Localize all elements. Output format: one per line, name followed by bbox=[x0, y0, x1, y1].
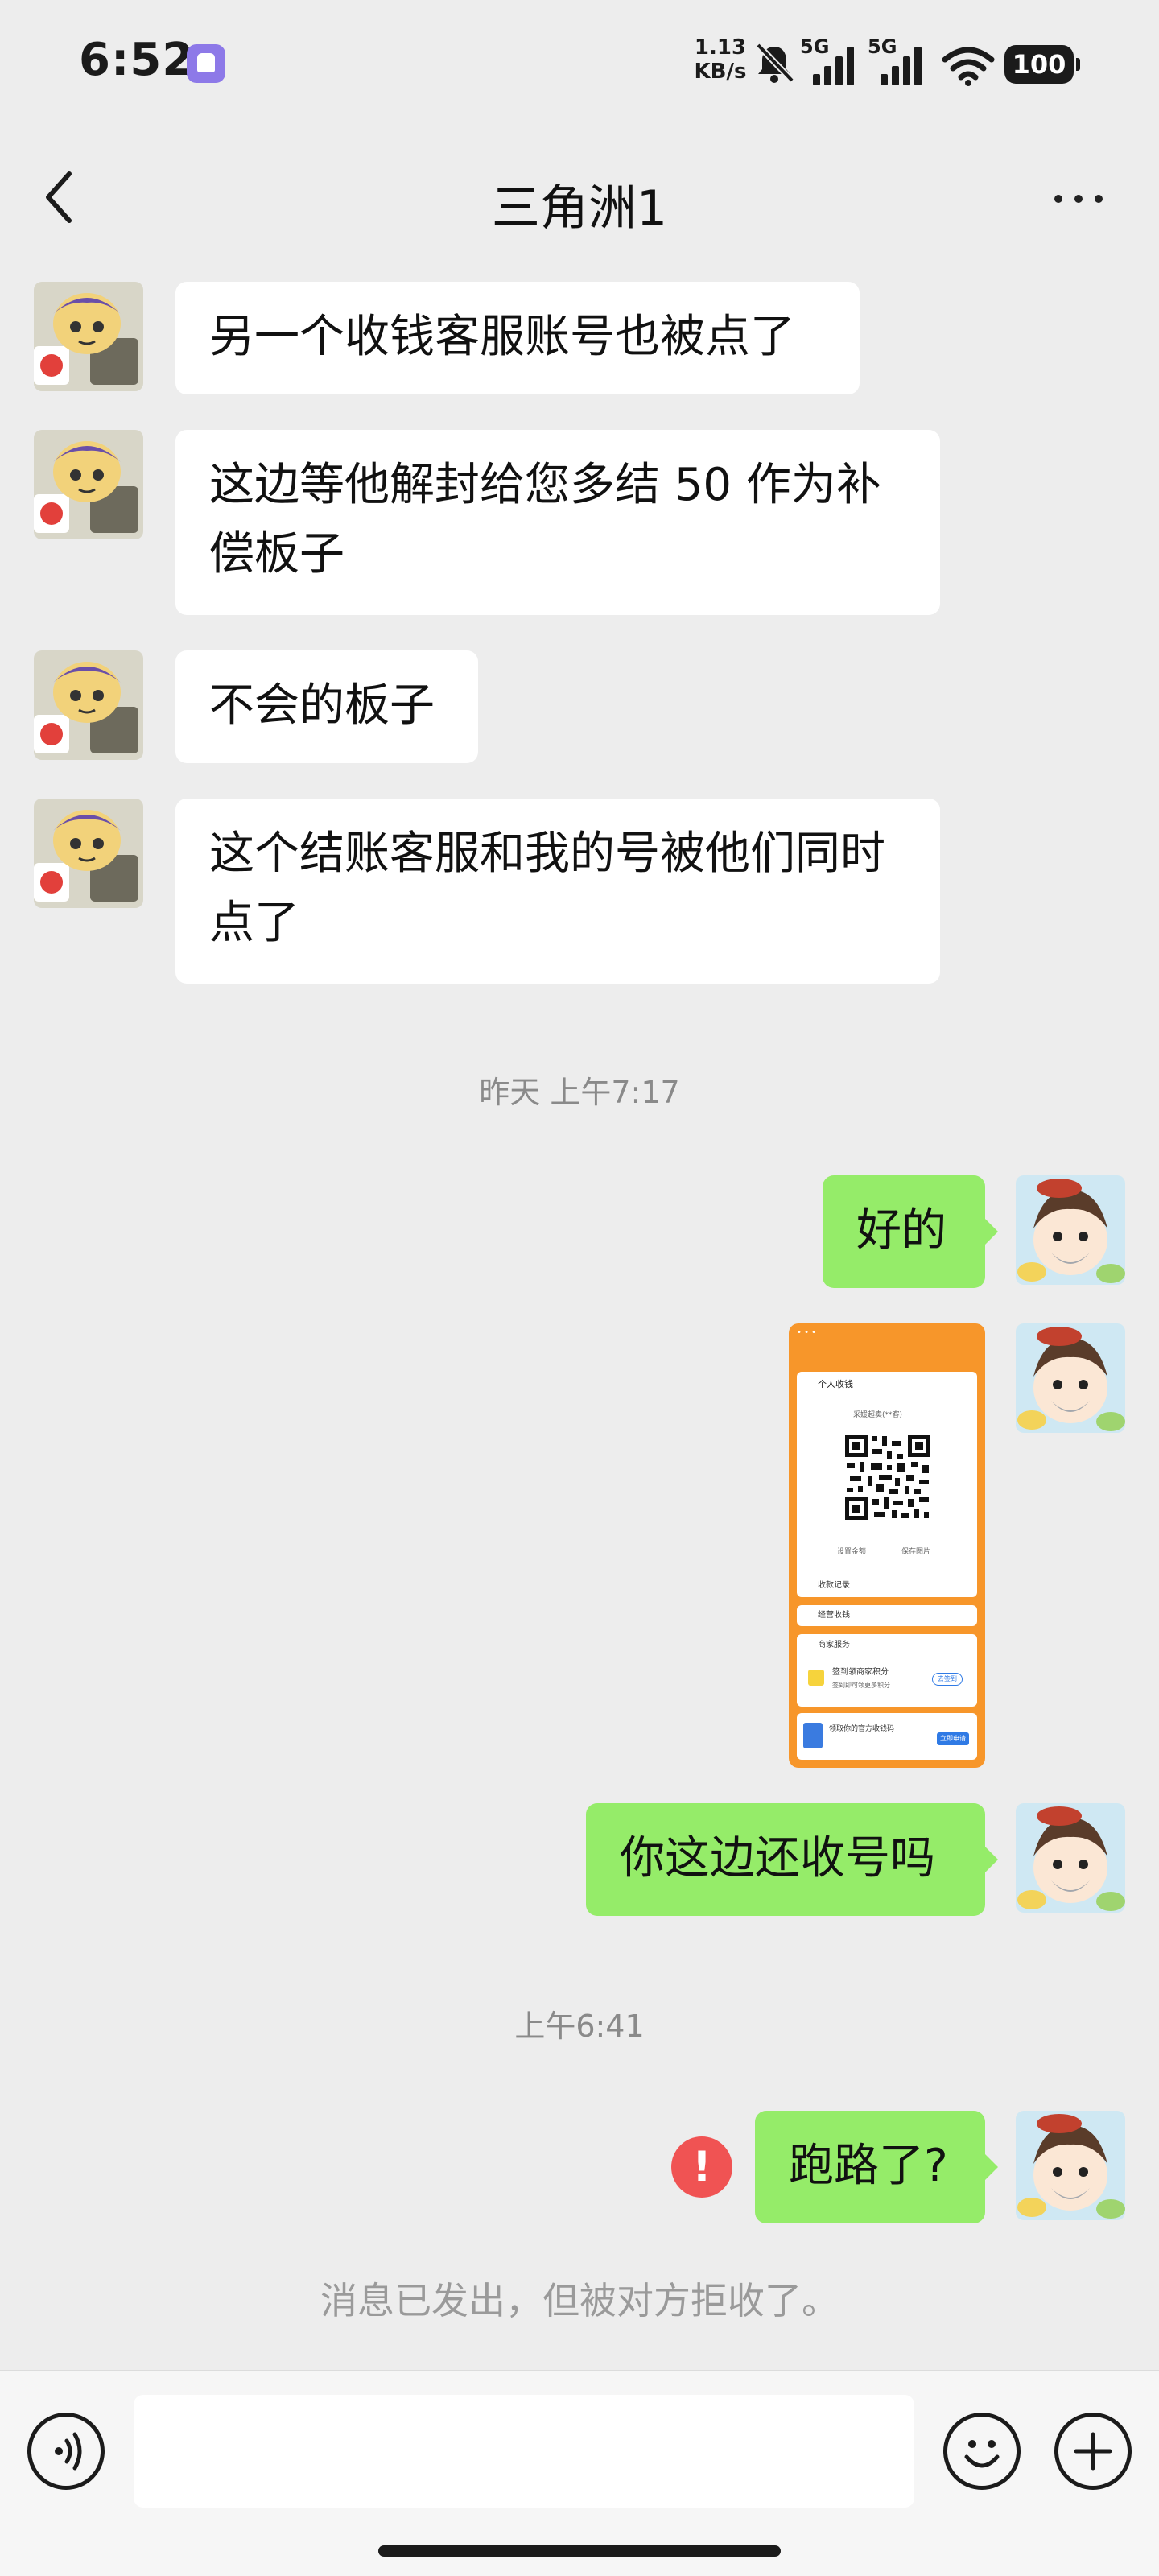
contact-avatar-image bbox=[34, 799, 143, 908]
more-dot bbox=[1054, 195, 1062, 203]
qr-code-image bbox=[843, 1433, 932, 1521]
chat-header: 三角洲1 bbox=[0, 129, 1159, 266]
network-speed-value: 1.13 bbox=[694, 35, 747, 60]
my-avatar-image bbox=[1016, 1175, 1125, 1285]
screenshot-caption-left: 设置金额 bbox=[837, 1548, 867, 1556]
my-avatar-image bbox=[1016, 1803, 1125, 1913]
emoji-button[interactable] bbox=[943, 2413, 1021, 2490]
status-time: 6:52 bbox=[79, 34, 195, 86]
contact-avatar[interactable] bbox=[34, 430, 143, 539]
shared-screenshot[interactable]: • • • 个人收钱 采媛超卖(**客) 设置金额 保存图片 收款记录 经营收钱… bbox=[789, 1323, 985, 1768]
more-dot bbox=[1095, 195, 1103, 203]
message-text: 这边等他解封给您多结 50 作为补偿板子 bbox=[209, 459, 881, 580]
my-avatar[interactable] bbox=[1016, 1175, 1125, 1285]
more-options-button[interactable] bbox=[1046, 177, 1111, 217]
message-text: 你这边还收号吗 bbox=[620, 1832, 935, 1885]
send-failed-icon[interactable]: ! bbox=[671, 2136, 732, 2198]
message-timestamp: 上午6:41 bbox=[514, 2008, 645, 2044]
screenshot-business-label: 经营收钱 bbox=[818, 1611, 850, 1620]
screenshot-heading: 个人收钱 bbox=[818, 1379, 853, 1389]
my-avatar[interactable] bbox=[1016, 1803, 1125, 1913]
message-text: 好的 bbox=[856, 1204, 947, 1257]
contact-avatar-image bbox=[34, 282, 143, 391]
banner-phone-icon bbox=[803, 1723, 823, 1748]
screenshot-banner-button: 立即申请 bbox=[937, 1732, 969, 1745]
message-bubble-sent[interactable]: 你这边还收号吗 bbox=[586, 1803, 998, 1916]
rejection-notice: 消息已发出，但被对方拒收了。 bbox=[320, 2279, 839, 2322]
screenshot-caption-right: 保存图片 bbox=[901, 1548, 931, 1556]
screenshot-status-line: • • • bbox=[797, 1328, 817, 1337]
status-bar: 6:52 1.13 KB/s 5G 5G 100 bbox=[0, 0, 1159, 129]
message-timestamp: 昨天 上午7:17 bbox=[479, 1075, 680, 1110]
my-avatar-image bbox=[1016, 1323, 1125, 1433]
contact-avatar[interactable] bbox=[34, 282, 143, 391]
network-speed: 1.13 KB/s bbox=[692, 35, 749, 84]
notification-app-icon bbox=[187, 44, 225, 83]
message-input[interactable] bbox=[134, 2395, 914, 2508]
battery-indicator: 100 bbox=[1004, 45, 1080, 84]
my-avatar[interactable] bbox=[1016, 1323, 1125, 1433]
message-text: 另一个收钱客服账号也被点了 bbox=[209, 311, 795, 363]
my-avatar-image bbox=[1016, 2111, 1125, 2220]
screenshot-banner-title: 领取你的官方收钱码 bbox=[829, 1725, 895, 1733]
more-dot bbox=[1074, 195, 1083, 203]
my-avatar[interactable] bbox=[1016, 2111, 1125, 2220]
network-speed-unit: KB/s bbox=[694, 60, 747, 84]
message-text: 跑路了? bbox=[789, 2140, 948, 2192]
message-bubble-sent[interactable]: 跑路了? bbox=[755, 2111, 998, 2223]
plus-icon bbox=[1074, 2432, 1112, 2471]
signal-2-icon bbox=[881, 47, 922, 85]
message-bubble-sent[interactable]: 好的 bbox=[823, 1175, 998, 1288]
muted-bell-icon bbox=[756, 43, 794, 83]
chat-title: 三角洲1 bbox=[491, 180, 668, 237]
screenshot-name-line: 采媛超卖(**客) bbox=[853, 1411, 903, 1419]
screenshot-banner-card: 领取你的官方收钱码 立即申请 bbox=[797, 1713, 977, 1760]
wifi-icon bbox=[942, 47, 995, 86]
message-text: 不会的板子 bbox=[209, 679, 435, 732]
voice-button[interactable] bbox=[27, 2413, 105, 2490]
screenshot-points-sub: 签到即可领更多积分 bbox=[832, 1682, 890, 1689]
screenshot-points-title: 签到领商家积分 bbox=[832, 1668, 889, 1677]
more-actions-button[interactable] bbox=[1054, 2413, 1132, 2490]
signal-1-icon bbox=[813, 47, 854, 85]
contact-avatar-image bbox=[34, 430, 143, 539]
screenshot-business-row: 经营收钱 bbox=[797, 1605, 977, 1626]
contact-avatar[interactable] bbox=[34, 799, 143, 908]
message-bubble-received[interactable]: 这个结账客服和我的号被他们同时点了 bbox=[175, 799, 940, 984]
contact-avatar-image bbox=[34, 650, 143, 760]
message-bubble-received[interactable]: 不会的板子 bbox=[175, 650, 478, 763]
screenshot-merchant-card: 商家服务 签到领商家积分 签到即可领更多积分 去签到 bbox=[797, 1634, 977, 1707]
screenshot-records-row: 收款记录 bbox=[818, 1581, 850, 1590]
emoji-icon bbox=[964, 2440, 1000, 2468]
message-bubble-received[interactable]: 这边等他解封给您多结 50 作为补偿板子 bbox=[175, 430, 940, 615]
screenshot-merchant-label: 商家服务 bbox=[818, 1641, 850, 1649]
message-text: 这个结账客服和我的号被他们同时点了 bbox=[209, 828, 885, 949]
screenshot-qr-card: 个人收钱 采媛超卖(**客) 设置金额 保存图片 收款记录 bbox=[797, 1372, 977, 1597]
message-bubble-received[interactable]: 另一个收钱客服账号也被点了 bbox=[175, 282, 860, 394]
screenshot-points-button: 去签到 bbox=[932, 1673, 963, 1686]
points-icon bbox=[808, 1670, 824, 1686]
voice-icon bbox=[55, 2432, 82, 2471]
home-indicator[interactable] bbox=[378, 2545, 781, 2557]
contact-avatar[interactable] bbox=[34, 650, 143, 760]
